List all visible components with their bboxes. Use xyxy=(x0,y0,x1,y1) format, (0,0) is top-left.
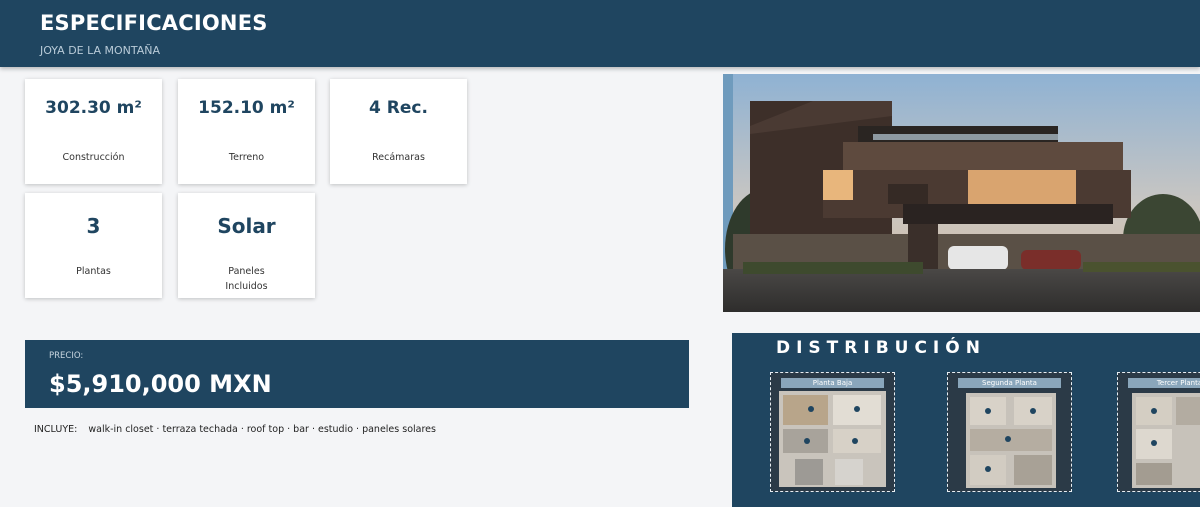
floor-plan-ground: Planta Baja xyxy=(770,372,895,492)
distribution-panel: DISTRIBUCIÓN Planta Baja Segunda Planta … xyxy=(732,333,1200,507)
floor-plan-second: Segunda Planta xyxy=(947,372,1072,492)
includes-items: walk-in closet · terraza techada · roof … xyxy=(88,424,436,435)
spec-label: Paneles Incluidos xyxy=(225,266,268,292)
page-title: ESPECIFICACIONES xyxy=(40,11,268,35)
price-value: $5,910,000 MXN xyxy=(49,370,272,398)
page-header: ESPECIFICACIONES JOYA DE LA MONTAÑA xyxy=(0,0,1200,67)
house-photo xyxy=(723,74,1200,312)
spec-card-construction: 302.30 m² Construcción xyxy=(25,79,162,184)
floor-plan-label: Segunda Planta xyxy=(958,378,1061,388)
spec-label: Plantas xyxy=(76,266,111,277)
includes-line: INCLUYE: walk-in closet · terraza techad… xyxy=(34,424,436,435)
spec-value: 3 xyxy=(86,214,101,238)
distribution-title: DISTRIBUCIÓN xyxy=(776,338,986,358)
spec-value: 4 Rec. xyxy=(369,98,428,118)
spec-card-solar: Solar Paneles Incluidos xyxy=(178,193,315,298)
floor-plan-third: Tercer Planta xyxy=(1117,372,1200,492)
property-name: JOYA DE LA MONTAÑA xyxy=(40,44,161,57)
price-box: PRECIO: $5,910,000 MXN xyxy=(25,340,689,408)
spec-label: Recámaras xyxy=(372,152,425,163)
spec-card-land: 152.10 m² Terreno xyxy=(178,79,315,184)
includes-label: INCLUYE: xyxy=(34,424,78,435)
spec-label: Terreno xyxy=(228,152,265,163)
spec-value: 152.10 m² xyxy=(198,98,295,118)
price-label: PRECIO: xyxy=(49,351,84,361)
spec-value: 302.30 m² xyxy=(45,98,142,118)
floor-plan-label: Planta Baja xyxy=(781,378,884,388)
floor-plan-label: Tercer Planta xyxy=(1128,378,1200,388)
spec-card-bedrooms: 4 Rec. Recámaras xyxy=(330,79,467,184)
spec-value: Solar xyxy=(217,214,276,238)
spec-label: Construcción xyxy=(62,152,125,163)
spec-card-floors: 3 Plantas xyxy=(25,193,162,298)
